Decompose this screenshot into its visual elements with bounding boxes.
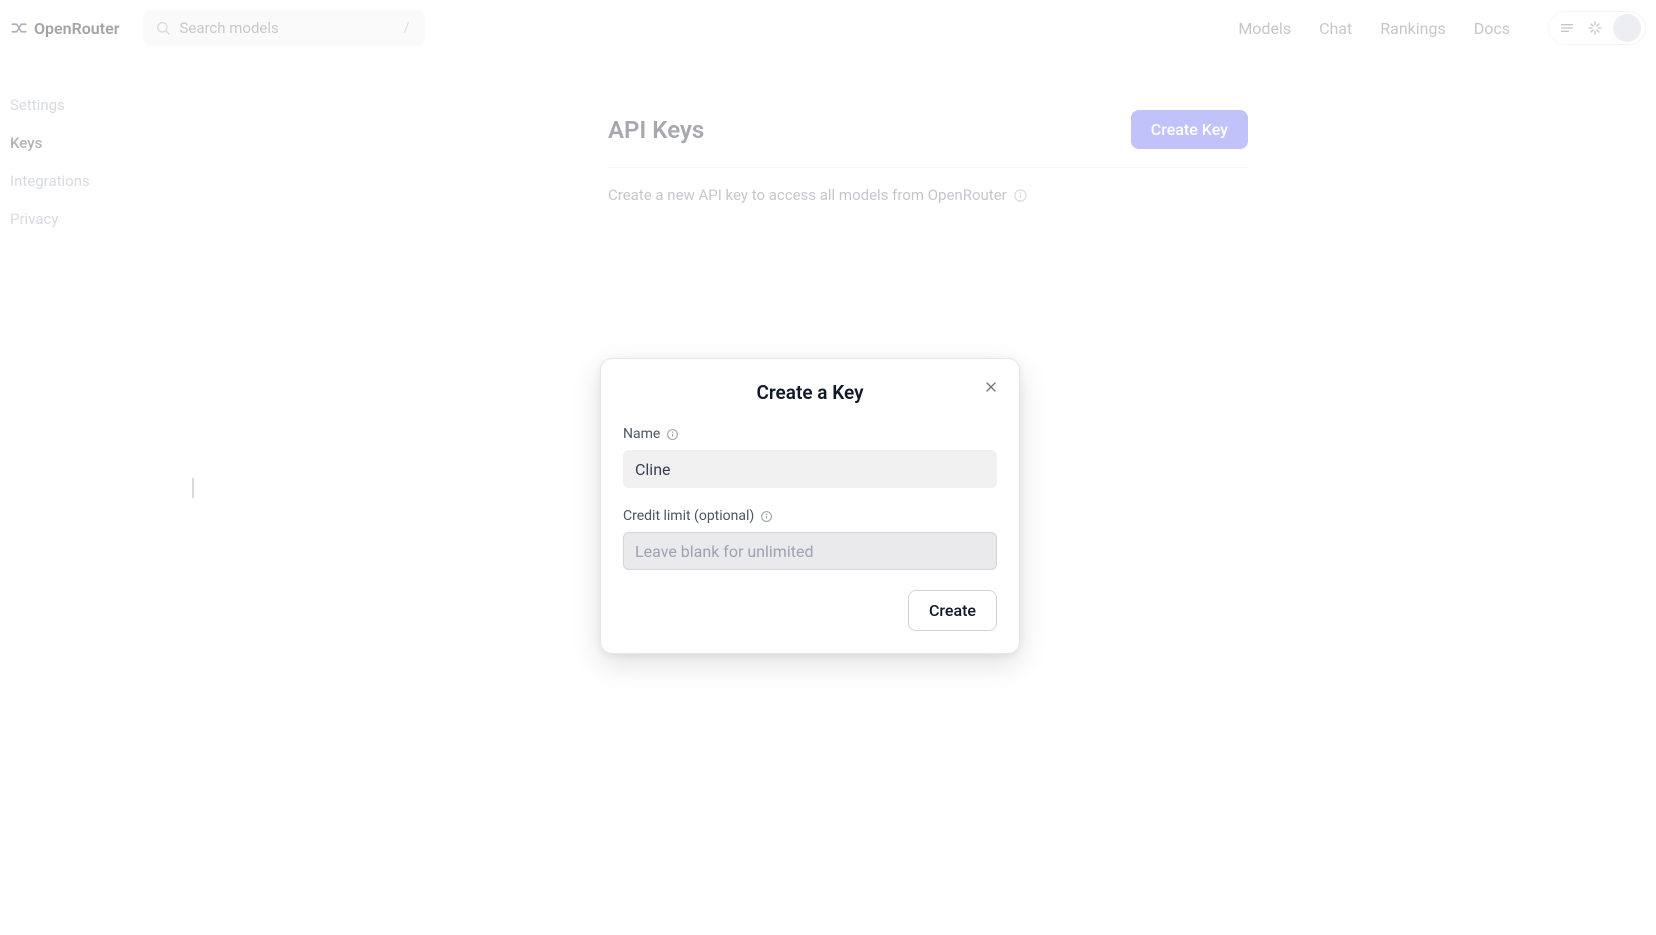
modal-title: Create a Key: [623, 381, 997, 404]
name-input[interactable]: [623, 450, 997, 488]
credit-field-group: Credit limit (optional): [623, 508, 997, 570]
credit-input[interactable]: [623, 532, 997, 570]
create-key-modal: Create a Key Name Credit limit (optional…: [600, 358, 1020, 654]
info-icon[interactable]: [760, 510, 773, 523]
info-icon[interactable]: [666, 428, 679, 441]
credit-label-text: Credit limit (optional): [623, 508, 754, 524]
credit-label: Credit limit (optional): [623, 508, 997, 524]
name-label: Name: [623, 426, 997, 442]
modal-footer: Create: [623, 590, 997, 631]
name-field-group: Name: [623, 426, 997, 488]
name-label-text: Name: [623, 426, 660, 442]
modal-create-button[interactable]: Create: [908, 590, 997, 631]
modal-close-button[interactable]: [979, 375, 1003, 399]
